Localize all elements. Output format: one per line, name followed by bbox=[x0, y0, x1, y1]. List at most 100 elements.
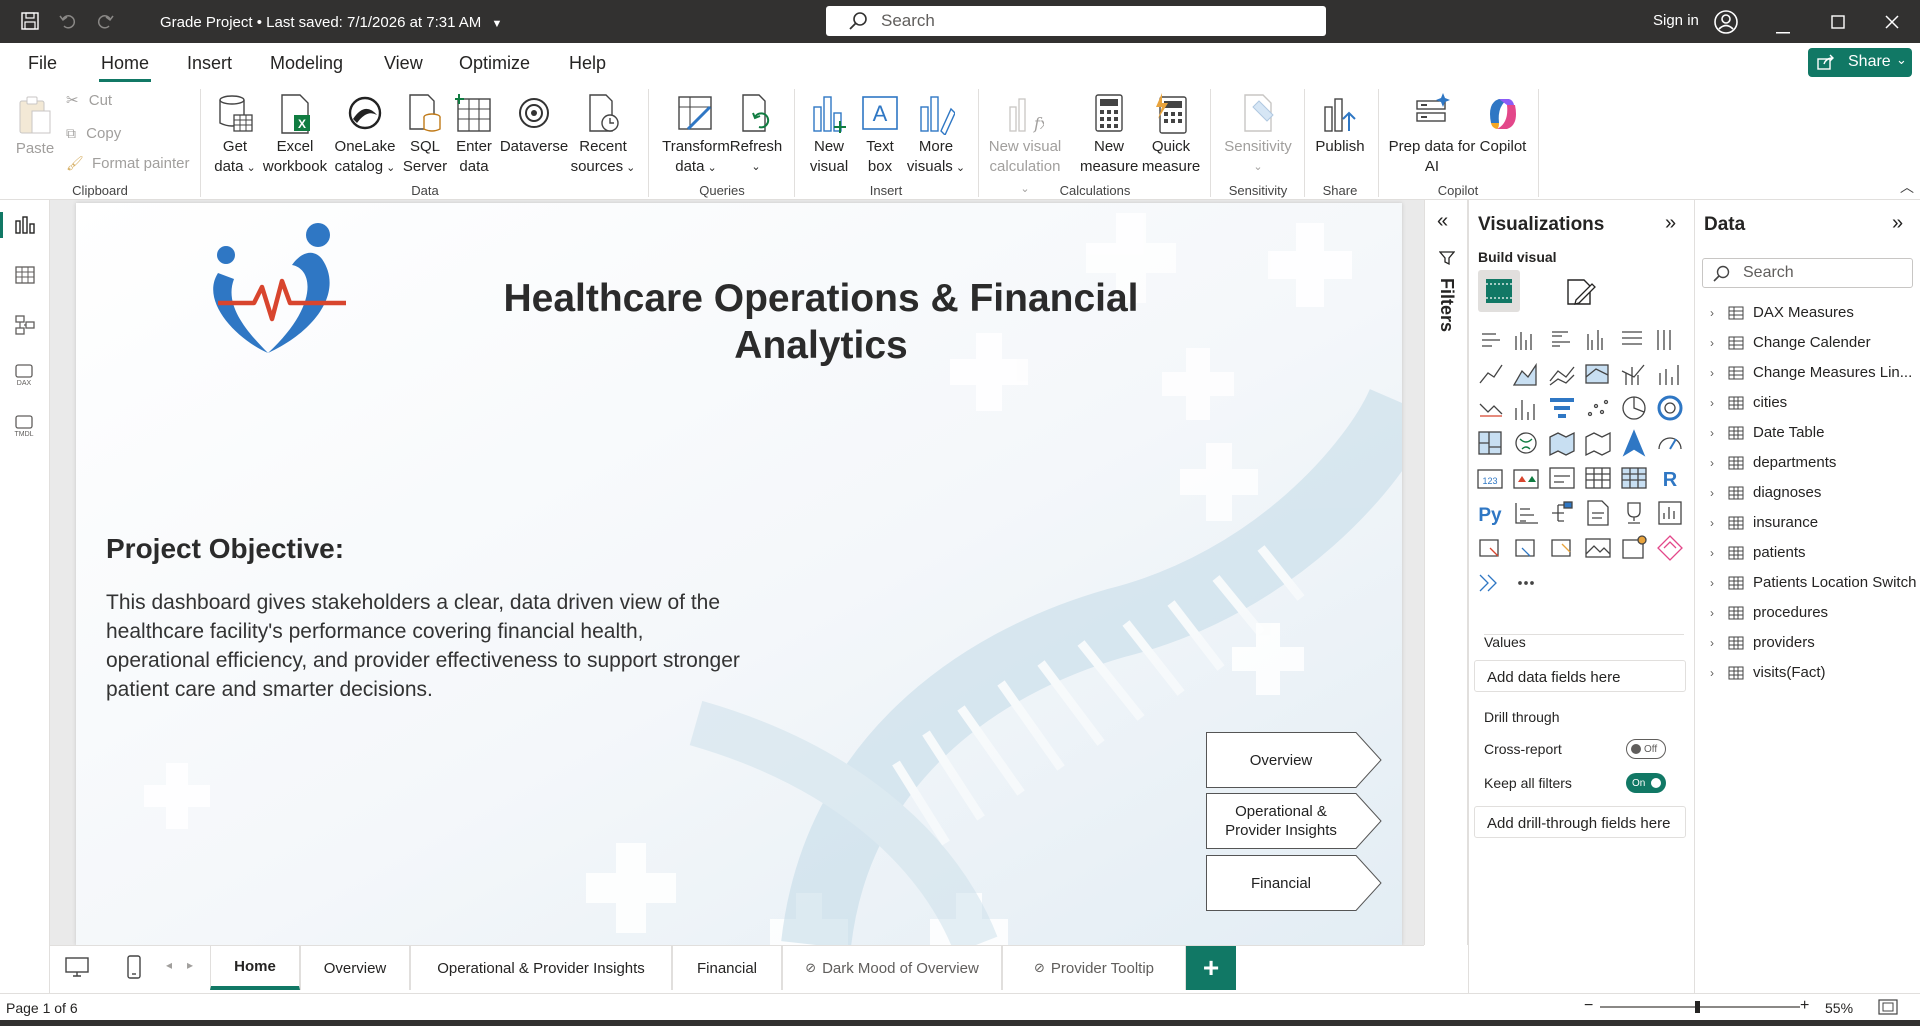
table-item[interactable]: › insurance bbox=[1710, 514, 1818, 531]
sign-in-link[interactable]: Sign in bbox=[1653, 12, 1699, 29]
copy-button[interactable]: ⧉ Copy bbox=[66, 123, 121, 144]
share-icon bbox=[1817, 54, 1835, 75]
table-view-icon[interactable] bbox=[14, 265, 36, 290]
cut-button[interactable]: ✂ Cut bbox=[66, 91, 112, 111]
zoom-out-icon[interactable]: − bbox=[1584, 997, 1593, 1015]
keep-all-filters-toggle[interactable]: On bbox=[1626, 773, 1666, 793]
report-view-icon[interactable] bbox=[14, 215, 36, 240]
save-icon[interactable] bbox=[20, 11, 40, 35]
drill-through-field-well[interactable]: Add drill-through fields here bbox=[1474, 806, 1686, 838]
add-page-button[interactable]: + bbox=[1186, 946, 1236, 990]
collapse-visualizations-icon[interactable]: » bbox=[1665, 212, 1676, 235]
publish-label: Publish bbox=[1315, 138, 1365, 155]
account-icon[interactable] bbox=[1713, 9, 1739, 39]
stacked-bar-chart-icon bbox=[1482, 333, 1500, 347]
refresh-button[interactable]: Refresh ⌄ bbox=[728, 93, 784, 177]
refresh-icon bbox=[742, 94, 770, 132]
minimize-icon[interactable] bbox=[1776, 21, 1790, 38]
zoom-slider-thumb[interactable] bbox=[1696, 1001, 1700, 1013]
gauge-icon bbox=[1658, 437, 1682, 450]
quick-measure-button[interactable]: Quick measure bbox=[1140, 93, 1202, 177]
nav-button-operational-provider-insights[interactable]: Operational & Provider Insights bbox=[1206, 793, 1382, 849]
desktop-layout-icon[interactable] bbox=[64, 956, 90, 983]
copilot-button[interactable]: Copilot bbox=[1474, 93, 1532, 157]
tab-overview[interactable]: Overview bbox=[300, 946, 410, 990]
table-item[interactable]: › procedures bbox=[1710, 604, 1828, 621]
enter-data-button[interactable]: Enter data bbox=[450, 93, 498, 177]
format-painter-button[interactable]: 🖌 Format painter bbox=[66, 153, 190, 174]
zoom-slider-track[interactable] bbox=[1600, 1006, 1800, 1008]
table-item[interactable]: › patients bbox=[1710, 544, 1806, 561]
table-item[interactable]: › diagnoses bbox=[1710, 484, 1821, 501]
tab-operational-provider-insights[interactable]: Operational & Provider Insights bbox=[410, 946, 672, 990]
cross-report-toggle[interactable]: Off bbox=[1626, 739, 1666, 759]
sql-server-button[interactable]: SQL Server bbox=[400, 93, 450, 177]
format-visual-icon[interactable] bbox=[1564, 276, 1596, 313]
filter-icon[interactable] bbox=[1438, 250, 1456, 271]
tab-dark-mood-of-overview[interactable]: ⊘ Dark Mood of Overview bbox=[782, 946, 1002, 990]
model-view-icon[interactable] bbox=[14, 314, 36, 341]
tab-home[interactable]: Home bbox=[210, 946, 300, 990]
undo-icon[interactable] bbox=[58, 11, 78, 35]
scroll-right-icon[interactable]: ▸ bbox=[187, 958, 193, 972]
menu-home[interactable]: Home bbox=[101, 53, 149, 74]
excel-workbook-button[interactable]: X Excel workbook bbox=[260, 93, 330, 177]
tab-provider-tooltip[interactable]: ⊘ Provider Tooltip bbox=[1002, 946, 1186, 990]
search-input[interactable]: Search bbox=[826, 6, 1326, 36]
zoom-level[interactable]: 55% bbox=[1825, 1000, 1853, 1016]
table-item[interactable]: › Change Measures Lin... bbox=[1710, 364, 1912, 381]
menu-modeling[interactable]: Modeling bbox=[270, 53, 343, 74]
dax-query-view-icon[interactable]: DAX bbox=[12, 363, 38, 392]
collapse-ribbon-icon[interactable]: ︿ bbox=[1900, 177, 1914, 197]
new-measure-button[interactable]: New measure bbox=[1080, 93, 1138, 177]
share-button[interactable]: Share ⌄ bbox=[1808, 48, 1912, 77]
transform-data-button[interactable]: Transform data ⌄ bbox=[656, 93, 736, 178]
table-item[interactable]: › Change Calender bbox=[1710, 334, 1871, 351]
table-item[interactable]: › Date Table bbox=[1710, 424, 1824, 441]
table-item[interactable]: › departments bbox=[1710, 454, 1836, 471]
menu-file[interactable]: File bbox=[28, 53, 57, 74]
nav-button-overview[interactable]: Overview bbox=[1206, 732, 1382, 788]
paste-button[interactable]: Paste bbox=[12, 95, 58, 159]
healthcare-logo-icon bbox=[213, 223, 346, 353]
more-visuals-button[interactable]: More visuals ⌄ bbox=[906, 93, 966, 178]
collapse-panes-icon[interactable]: « bbox=[1437, 210, 1448, 233]
table-item[interactable]: › visits(Fact) bbox=[1710, 664, 1826, 681]
nav-button-financial[interactable]: Financial bbox=[1206, 855, 1382, 911]
sensitivity-button[interactable]: Sensitivity ⌄ bbox=[1216, 93, 1300, 177]
table-item[interactable]: › Patients Location Switch bbox=[1710, 574, 1916, 591]
zoom-in-icon[interactable]: + bbox=[1800, 997, 1809, 1015]
text-box-button[interactable]: A Text box bbox=[856, 93, 904, 177]
table-item[interactable]: › cities bbox=[1710, 394, 1787, 411]
page-indicator: Page 1 of 6 bbox=[6, 1000, 78, 1016]
values-field-well[interactable]: Add data fields here bbox=[1474, 660, 1686, 692]
prep-data-for-ai-button[interactable]: Prep data for AI bbox=[1384, 93, 1480, 177]
tab-financial[interactable]: Financial bbox=[672, 946, 782, 990]
get-data-button[interactable]: Get data ⌄ bbox=[206, 93, 264, 178]
menu-view[interactable]: View bbox=[384, 53, 423, 74]
report-page[interactable]: Healthcare Operations & Financial Analyt… bbox=[76, 203, 1402, 945]
redo-icon[interactable] bbox=[95, 11, 115, 35]
menu-help[interactable]: Help bbox=[569, 53, 606, 74]
onelake-catalog-button[interactable]: OneLake catalog ⌄ bbox=[330, 93, 400, 178]
scroll-left-icon[interactable]: ◂ bbox=[166, 958, 172, 972]
tmdl-view-icon[interactable]: TMDL bbox=[12, 414, 38, 443]
new-visual-button[interactable]: New visual bbox=[804, 93, 854, 177]
table-item[interactable]: › providers bbox=[1710, 634, 1815, 651]
filters-label[interactable]: Filters bbox=[1436, 278, 1457, 332]
mobile-layout-icon[interactable] bbox=[126, 954, 142, 985]
maximize-icon[interactable] bbox=[1831, 15, 1845, 33]
publish-button[interactable]: Publish bbox=[1310, 93, 1370, 157]
close-icon[interactable] bbox=[1885, 15, 1899, 33]
menu-optimize[interactable]: Optimize bbox=[459, 53, 530, 74]
dataverse-button[interactable]: Dataverse bbox=[498, 93, 570, 157]
data-search-input[interactable]: Search bbox=[1702, 258, 1913, 288]
recent-sources-button[interactable]: Recent sources ⌄ bbox=[570, 93, 636, 178]
chevron-down-icon[interactable]: ▼ bbox=[491, 18, 502, 30]
document-title[interactable]: Grade Project • Last saved: 7/1/2026 at … bbox=[160, 14, 502, 31]
menu-insert[interactable]: Insert bbox=[187, 53, 232, 74]
collapse-data-icon[interactable]: » bbox=[1892, 212, 1903, 235]
fit-to-page-icon[interactable] bbox=[1878, 999, 1898, 1018]
build-visual-tab[interactable] bbox=[1478, 270, 1520, 312]
table-item[interactable]: › DAX Measures bbox=[1710, 304, 1854, 321]
